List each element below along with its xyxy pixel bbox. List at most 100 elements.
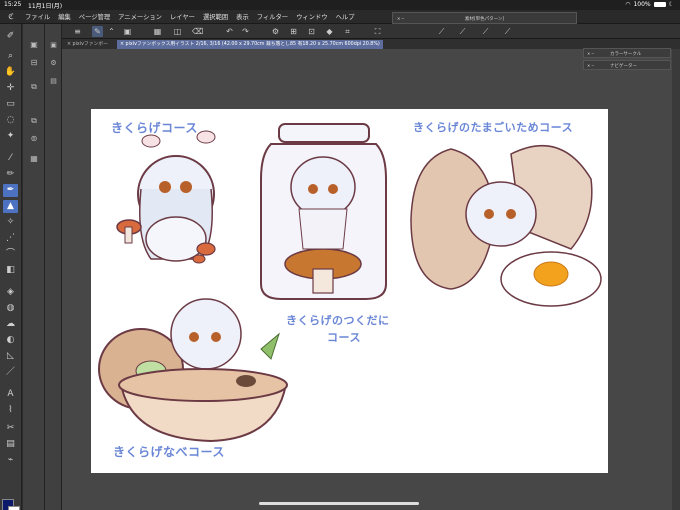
app-logo-icon[interactable]: ℭ (6, 12, 16, 22)
status-bar: 15:25 11月1日(月) ◠ 100% ☾ (0, 0, 680, 10)
subwindow-title: 素材[単色パターン] (464, 17, 505, 22)
marquee-icon[interactable]: ▭ (3, 98, 18, 111)
status-time: 15:25 (4, 1, 22, 8)
navigator-label: ナビゲーター (610, 64, 637, 69)
wifi-icon: ◠ (625, 1, 631, 8)
zoom-icon[interactable]: ⌕ (3, 50, 18, 63)
panel-settings-icon[interactable]: ⚙ (48, 58, 59, 69)
snap-icon[interactable]: ⟋ (480, 26, 491, 37)
color-circle-close-icon[interactable]: ✕ ─ (587, 51, 594, 56)
fill-tool-icon[interactable]: ◈ (3, 286, 18, 299)
tab-fanbox[interactable]: × pixivファンボー (64, 40, 111, 49)
vertical-scrollbar[interactable] (672, 49, 680, 510)
label-egg-course: きくらげのたまごいためコース (413, 121, 574, 134)
image-icon[interactable]: ▣ (122, 26, 133, 37)
character-bowl (98, 298, 288, 443)
transform-icon[interactable]: ⊡ (306, 26, 317, 37)
label-kikurage-course: きくらげコース (111, 121, 198, 135)
wand-icon[interactable]: ✦ (3, 130, 18, 143)
pencil-icon[interactable]: ✏ (3, 168, 18, 181)
selection-icon[interactable]: ⛶ (372, 26, 383, 37)
deselect-icon[interactable]: ⊞ (288, 26, 299, 37)
shape-icon[interactable]: ◐ (3, 334, 18, 347)
menu-page[interactable]: ページ管理 (75, 12, 114, 21)
label-nabe-course: きくらげなべコース (113, 445, 225, 459)
menu-filter[interactable]: フィルター (253, 12, 292, 21)
grid-icon[interactable]: ▦ (152, 26, 163, 37)
redo-icon[interactable]: ↷ (240, 26, 251, 37)
lasso-icon[interactable]: ◌ (3, 114, 18, 127)
ruler-icon[interactable]: ⟋ (436, 26, 447, 37)
menu-selection[interactable]: 選択範囲 (199, 12, 232, 21)
chevron-icon[interactable]: ⌃ (106, 26, 117, 37)
tool-palette: ✐ ⌕ ✋ ✛ ▭ ◌ ✦ ⁄ ✏ ✒ ▲ ✧ ⋰ ⌒ ◧ ◈ ◍ ☁ ◐ ◺ … (0, 24, 22, 510)
eyedropper-icon[interactable]: ⁄ (3, 152, 18, 165)
crop-icon[interactable]: ⌗ (342, 26, 353, 37)
subtool-layers-icon[interactable]: ⧉ (27, 114, 41, 127)
sub-color-chip[interactable] (8, 506, 20, 510)
subtool-group-icon[interactable]: ⊟ (27, 56, 41, 69)
subtool-layer-icon[interactable]: ⧉ (27, 80, 41, 93)
subtool-panel: ▣ ⊟ ⧉ ⧉ ⊚ ▦ (23, 24, 45, 510)
panel-save-icon[interactable]: ▤ (48, 76, 59, 87)
color-circle-label: カラーサークル (610, 52, 642, 57)
blend-icon[interactable]: ⋰ (3, 232, 18, 245)
menu-edit[interactable]: 編集 (54, 12, 75, 21)
subtool-grid-icon[interactable]: ▦ (27, 152, 41, 165)
status-date: 11月1日(月) (28, 3, 63, 10)
menu-help[interactable]: ヘルプ (332, 12, 359, 21)
menu-icon[interactable]: ≡ (72, 26, 83, 37)
frame-icon[interactable]: ◺ (3, 350, 18, 363)
navigator-close-icon[interactable]: ✕ ─ (587, 63, 594, 68)
ruler-tool-icon[interactable]: ▤ (3, 438, 18, 451)
airbrush-icon[interactable]: ▲ (3, 200, 18, 213)
subtool-view-icon[interactable]: ▣ (27, 38, 41, 51)
balloon-icon[interactable]: ⌇ (3, 404, 18, 417)
battery-icon (653, 2, 666, 7)
eraser-icon[interactable]: ◧ (3, 264, 18, 277)
color-circle-panel[interactable]: ✕ ─ カラーサークル (583, 48, 671, 58)
menu-view[interactable]: 表示 (232, 12, 253, 21)
select-all-icon[interactable]: ⚙ (270, 26, 281, 37)
decoration-icon[interactable]: ✧ (3, 216, 18, 229)
menu-animation[interactable]: アニメーション (114, 12, 166, 21)
character-jar (260, 123, 387, 300)
pen-mode-icon[interactable]: ✎ (92, 26, 103, 37)
menu-window[interactable]: ウィンドウ (292, 12, 331, 21)
move-icon[interactable]: ✛ (3, 82, 18, 95)
artwork-illustration (98, 123, 602, 443)
layers-icon[interactable]: ◫ (172, 26, 183, 37)
label-tsukudani-course: きくらげのつくだに (286, 314, 390, 327)
character-kikurage (116, 130, 216, 264)
fill-icon[interactable]: ◆ (324, 26, 335, 37)
tab-illustration[interactable]: × pixivファンボックス用イラスト 2/16, 3/16 (42.00 x … (117, 40, 383, 49)
pen-icon[interactable]: ✐ (3, 30, 18, 43)
navigator-panel[interactable]: ✕ ─ ナビゲーター (583, 60, 671, 70)
figure-icon[interactable]: ／ (3, 366, 18, 379)
liquify-icon[interactable]: ☁ (3, 318, 18, 331)
line-icon[interactable]: ⟋ (457, 26, 468, 37)
perspective-icon[interactable]: ⟋ (502, 26, 513, 37)
hand-icon[interactable]: ✋ (3, 66, 18, 79)
label-tsukudani-course-2: コース (327, 331, 361, 344)
command-bar: ≡ ✎ ⌃ ▣ ▦ ◫ ⌫ ↶ ↷ ⚙ ⊞ ⊡ ◆ ⌗ ⛶ ⟋ ⟋ ⟋ ⟋ (62, 24, 680, 39)
artboard[interactable]: きくらげコース きくらげのたまごいためコース きくらげのつくだに コース きくら… (91, 109, 608, 473)
undo-icon[interactable]: ↶ (224, 26, 235, 37)
tool-property-panel: ▣ ⚙ ▤ (45, 24, 62, 510)
delete-icon[interactable]: ⌫ (192, 26, 203, 37)
text-icon[interactable]: A (3, 388, 18, 401)
blur-icon[interactable]: ⌒ (3, 248, 18, 261)
home-indicator[interactable] (259, 502, 419, 505)
moon-icon: ☾ (668, 1, 674, 8)
menu-file[interactable]: ファイル (21, 12, 54, 21)
battery-level: 100% (633, 1, 651, 8)
material-subwindow[interactable]: ✕ ─ 素材[単色パターン] (392, 12, 577, 24)
panel-view-icon[interactable]: ▣ (48, 40, 59, 51)
correct-line-icon[interactable]: ⌁ (3, 454, 18, 467)
subtool-stack-icon[interactable]: ⊚ (27, 132, 41, 145)
battery-indicator: ◠ 100% ☾ (625, 1, 674, 8)
line-edit-icon[interactable]: ✂ (3, 422, 18, 435)
gradient-icon[interactable]: ◍ (3, 302, 18, 315)
menu-layer[interactable]: レイヤー (166, 12, 199, 21)
brush-icon[interactable]: ✒ (3, 184, 18, 197)
